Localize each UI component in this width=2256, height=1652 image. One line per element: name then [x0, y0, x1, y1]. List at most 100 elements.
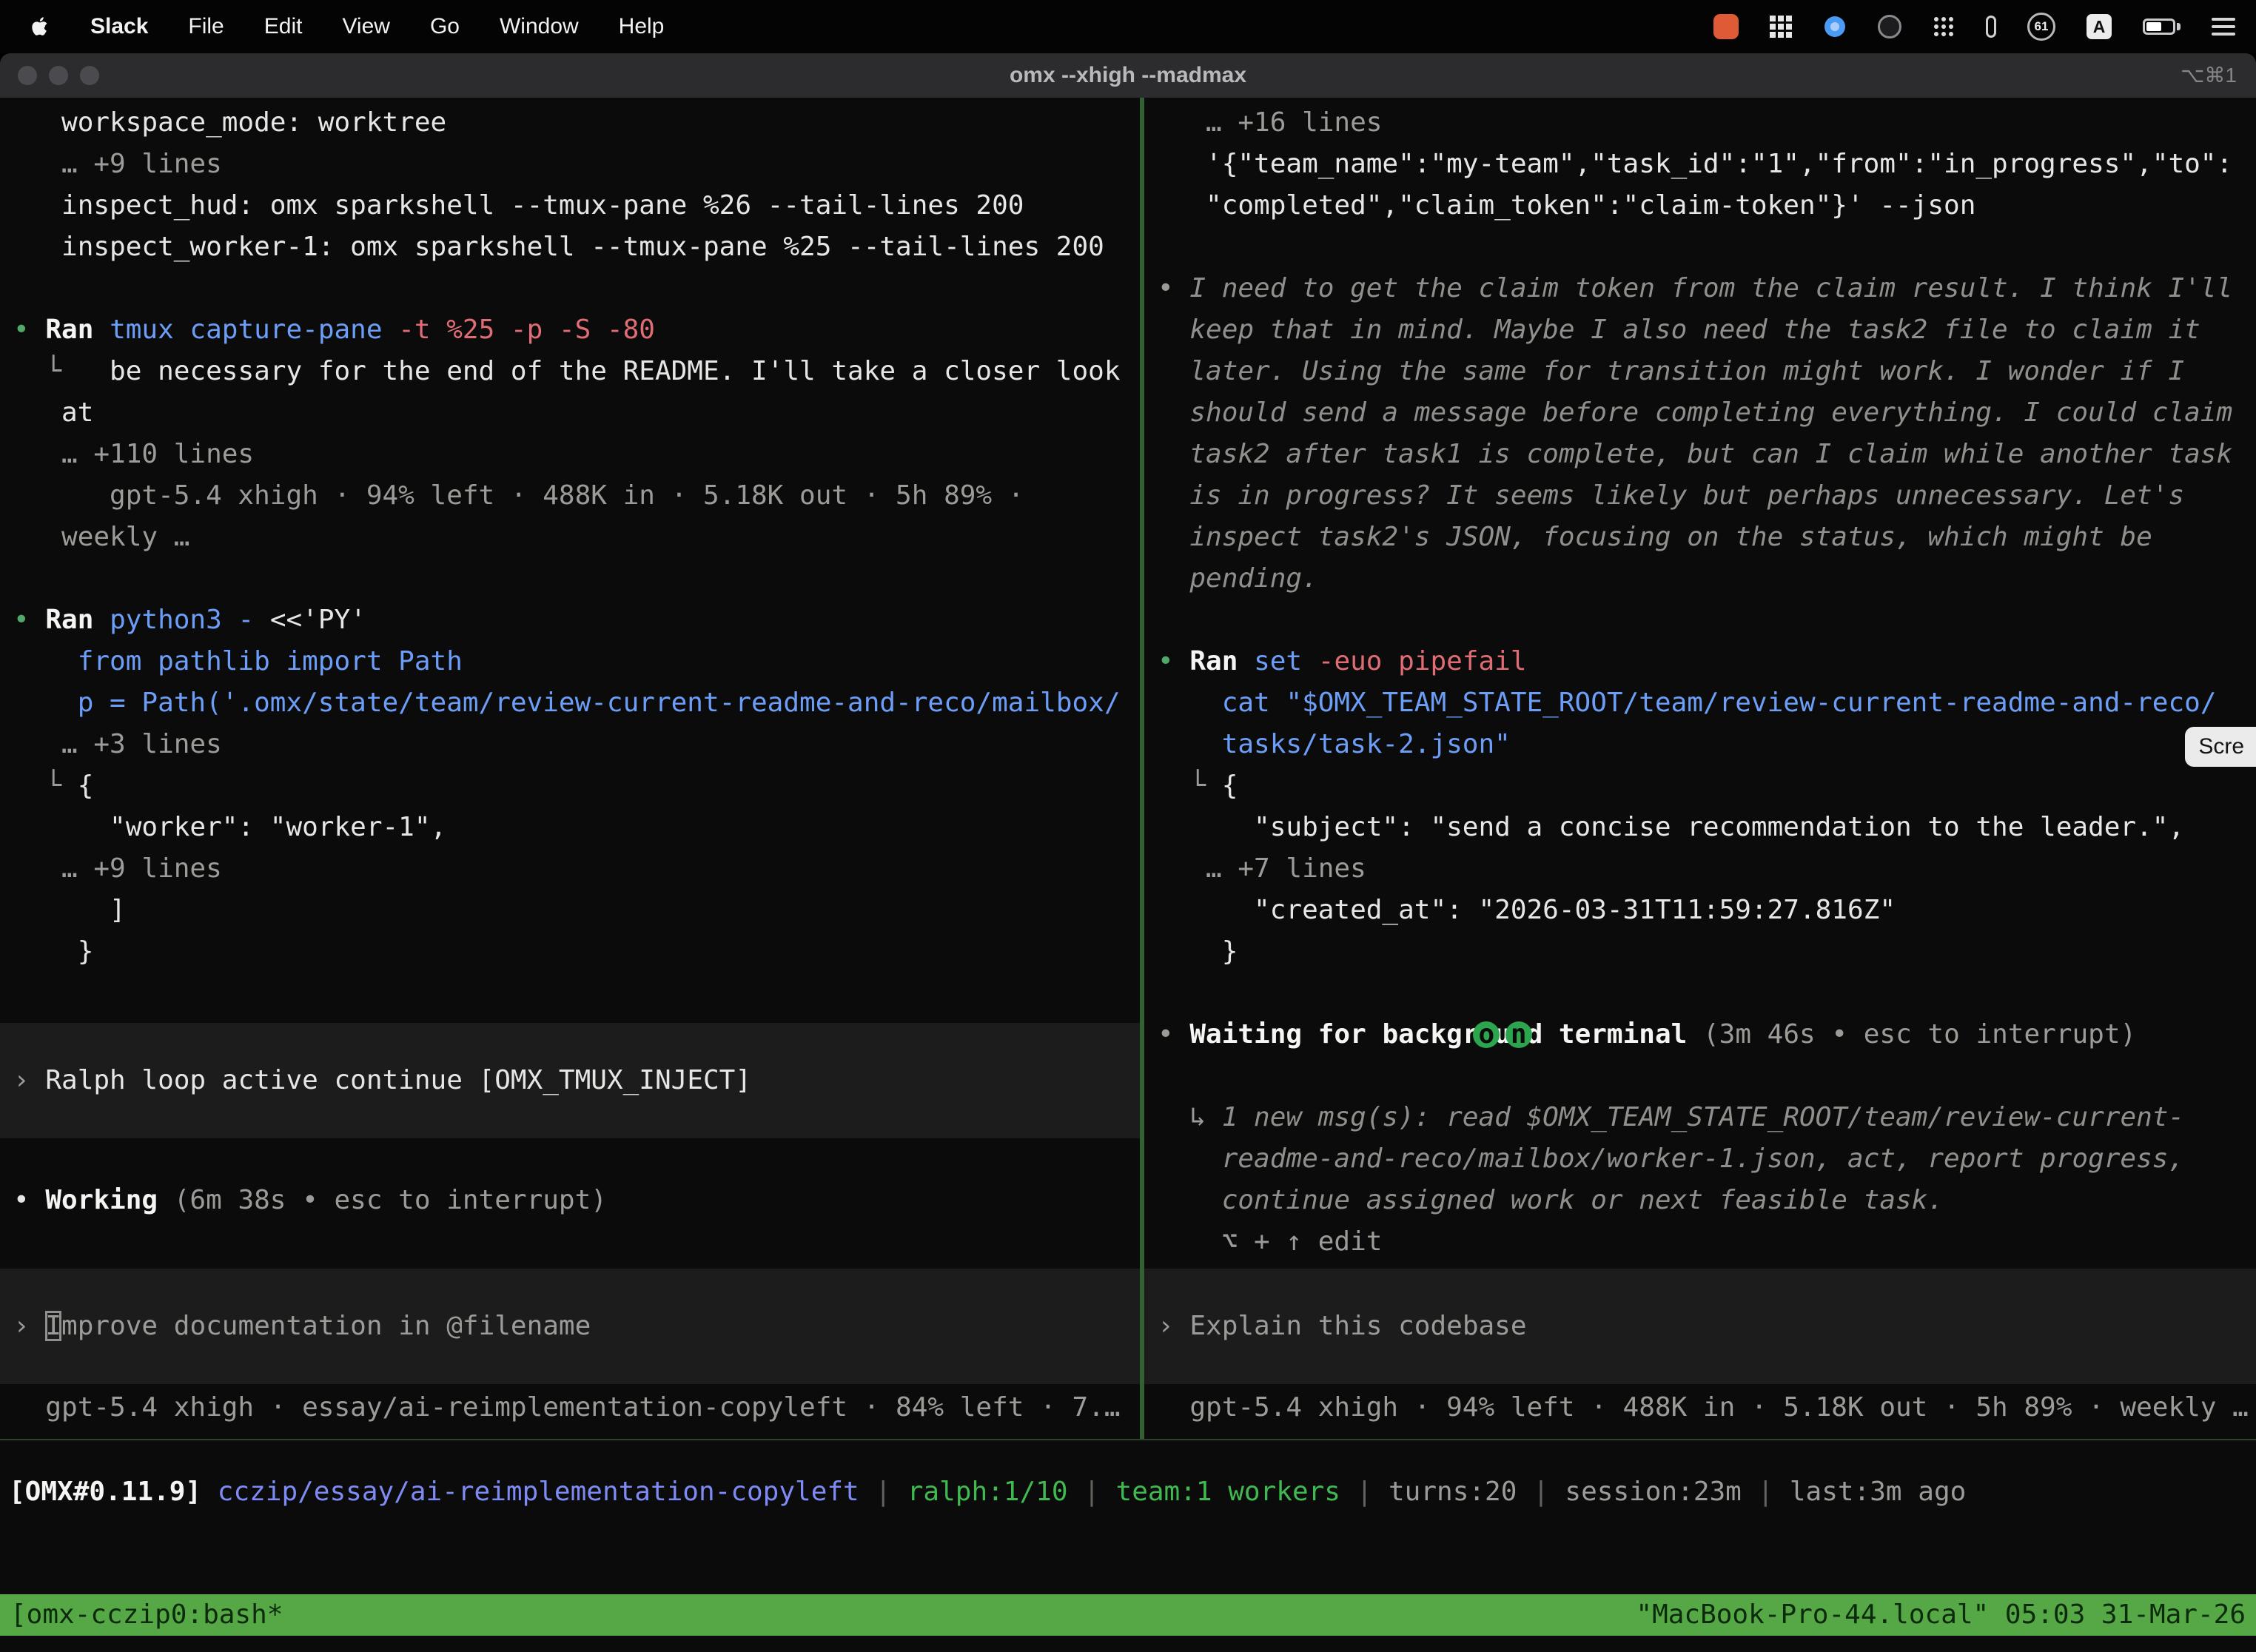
text-segment: python3 - [110, 605, 254, 635]
spacer [0, 973, 1140, 1023]
text-segment: ↳ [1158, 1102, 1222, 1132]
terminal-line: cat "$OMX_TEAM_STATE_ROOT/team/review-cu… [1144, 682, 2256, 724]
prompt-box[interactable]: › Explain this codebase [1144, 1269, 2256, 1384]
text-segment: Waiting for backgr [1189, 1019, 1478, 1050]
dark-circle-app-icon[interactable] [1878, 15, 1901, 38]
terminal-line: • I need to get the claim token from the… [1144, 268, 2256, 309]
text-segment: … +9 lines [13, 853, 222, 884]
text-segment: readme-and-reco/mailbox/worker-1.json, a… [1158, 1144, 2184, 1174]
text-segment: … +9 lines [13, 149, 222, 179]
menu-item-edit[interactable]: Edit [264, 14, 303, 39]
terminal-blank-line [1144, 1055, 2256, 1097]
terminal-line: should send a message before completing … [1144, 392, 2256, 434]
menu-item-file[interactable]: File [188, 14, 224, 39]
terminal-line: later. Using the same for transition mig… [1144, 351, 2256, 392]
text-segment: later. Using the same for transition mig… [1158, 356, 2184, 386]
grid-app-icon[interactable] [1770, 16, 1792, 38]
terminal-blank-line [1144, 226, 2256, 268]
prompt-line: › Ralph loop active continue [OMX_TMUX_I… [0, 1060, 1140, 1101]
text-segment: 1 new msg(s): read $OMX_TEAM_STATE_ROOT/… [1222, 1102, 2184, 1132]
terminal-line: ] [0, 890, 1140, 931]
input-source-icon[interactable]: A [2087, 14, 2112, 39]
text-segment: '{"team_name":"my-team","task_id":"1","f… [1158, 149, 2232, 179]
text-segment: [OMX#0.11.9] [9, 1477, 218, 1507]
text-segment: inspect_worker-1: omx sparkshell --tmux-… [13, 232, 1104, 262]
control-lines-icon[interactable] [2212, 18, 2235, 36]
battery-gauge-icon[interactable]: 61 [2027, 13, 2055, 41]
text-segment: • [13, 605, 45, 635]
text-segment: session:23m [1565, 1477, 1741, 1507]
apple-menu-icon[interactable] [31, 16, 50, 38]
omx-status-line: [OMX#0.11.9] cczip/essay/ai-reimplementa… [0, 1471, 2256, 1513]
tmux-status-bar: [omx-cczip0:bash* "MacBook-Pro-44.local"… [0, 1594, 2256, 1636]
active-app-name[interactable]: Slack [90, 14, 148, 39]
screen-recording-stop-icon[interactable] [1713, 14, 1739, 39]
text-segment: I need to get the claim token from the c… [1189, 273, 2232, 303]
text-segment: o [1479, 1019, 1495, 1050]
text-segment: • [1158, 646, 1189, 676]
terminal-line: … +16 lines [1144, 102, 2256, 144]
blue-app-icon[interactable] [1823, 15, 1847, 38]
menu-item-go[interactable]: Go [430, 14, 460, 39]
text-segment: | [1340, 1477, 1389, 1507]
menu-bar-status-area: 61 A [1713, 13, 2256, 41]
window-title: omx --xhigh --madmax [0, 53, 2256, 98]
text-segment: p = Path('.omx/state/team/review-current… [13, 688, 1121, 718]
text-segment: <<'PY' [254, 605, 366, 635]
prompt-box[interactable]: › Improve documentation in @filename [0, 1269, 1140, 1384]
text-segment: "worker": "worker-1", [13, 812, 446, 842]
text-segment: Ran [1189, 646, 1254, 676]
menu-item-help[interactable]: Help [619, 14, 665, 39]
text-segment: is in progress? It seems likely but perh… [1158, 480, 2184, 511]
text-segment: "completed","claim_token":"claim-token"}… [1158, 190, 1975, 221]
text-segment: Working [45, 1185, 173, 1215]
terminal-line: continue assigned work or next feasible … [1144, 1180, 2256, 1221]
dots-grid-icon[interactable] [1933, 16, 1955, 38]
terminal-pane-left[interactable]: workspace_mode: worktree … +9 lines insp… [0, 98, 1140, 1439]
text-segment: | [1517, 1477, 1565, 1507]
text-segment: pending. [1158, 563, 1318, 594]
text-segment: be necessary for the end of the README. … [110, 356, 1120, 386]
terminal-blank-line [0, 268, 1140, 309]
text-segment: turns:20 [1389, 1477, 1517, 1507]
terminal-blank-line [0, 558, 1140, 600]
tmux-session-label: [omx-cczip0:bash* [10, 1594, 283, 1636]
window-shortcut-hint: ⌥⌘1 [2181, 53, 2237, 98]
terminal-line: … +7 lines [1144, 848, 2256, 890]
slim-app-icon[interactable] [1986, 16, 1996, 38]
terminal-line: } [0, 931, 1140, 973]
text-segment: workspace_mode: worktree [13, 107, 446, 138]
terminal-line: "worker": "worker-1", [0, 807, 1140, 848]
text-segment: set [1254, 646, 1318, 676]
terminal-line: p = Path('.omx/state/team/review-current… [0, 682, 1140, 724]
battery-gauge-value: 61 [2035, 19, 2049, 34]
terminal-line: └ be necessary for the end of the README… [0, 351, 1140, 392]
text-segment: | [1068, 1477, 1116, 1507]
menu-item-window[interactable]: Window [500, 14, 579, 39]
text-segment: keep that in mind. Maybe I also need the… [1158, 315, 2200, 345]
text-segment: { [78, 770, 94, 801]
text-segment: tmux capture-pane [110, 315, 398, 345]
text-segment: ralph:1/10 [907, 1477, 1068, 1507]
terminal-line: "completed","claim_token":"claim-token"}… [1144, 185, 2256, 226]
terminal-line: … +110 lines [0, 434, 1140, 475]
tmux-host-clock: "MacBook-Pro-44.local" 05:03 31-Mar-26 [1636, 1594, 2246, 1636]
text-segment: } [13, 936, 93, 967]
text-segment: Ran [45, 605, 110, 635]
terminal-line: gpt-5.4 xhigh · 94% left · 488K in · 5.1… [1144, 1387, 2256, 1428]
prompt-box[interactable]: › Ralph loop active continue [OMX_TMUX_I… [0, 1023, 1140, 1138]
terminal-line: • Ran tmux capture-pane -t %25 -p -S -80 [0, 309, 1140, 351]
text-segment: gpt-5.4 xhigh · essay/ai-reimplementatio… [13, 1392, 1121, 1423]
menu-item-view[interactable]: View [342, 14, 389, 39]
terminal-pane-right[interactable]: … +16 lines '{"team_name":"my-team","tas… [1144, 98, 2256, 1439]
text-segment: • [1158, 273, 1189, 303]
text-segment: "subject": "send a concise recommendatio… [1158, 812, 2184, 842]
terminal-line: "subject": "send a concise recommendatio… [1144, 807, 2256, 848]
terminal-line: "created_at": "2026-03-31T11:59:27.816Z" [1144, 890, 2256, 931]
text-segment: continue assigned work or next feasible … [1158, 1185, 1944, 1215]
battery-icon[interactable] [2143, 19, 2181, 35]
text-segment: cat "$OMX_TEAM_STATE_ROOT/team/review-cu… [1158, 688, 2216, 718]
text-segment: team:1 workers [1116, 1477, 1340, 1507]
menu-bar-left: Slack File Edit View Go Window Help [0, 14, 664, 39]
terminal-line: … +9 lines [0, 848, 1140, 890]
